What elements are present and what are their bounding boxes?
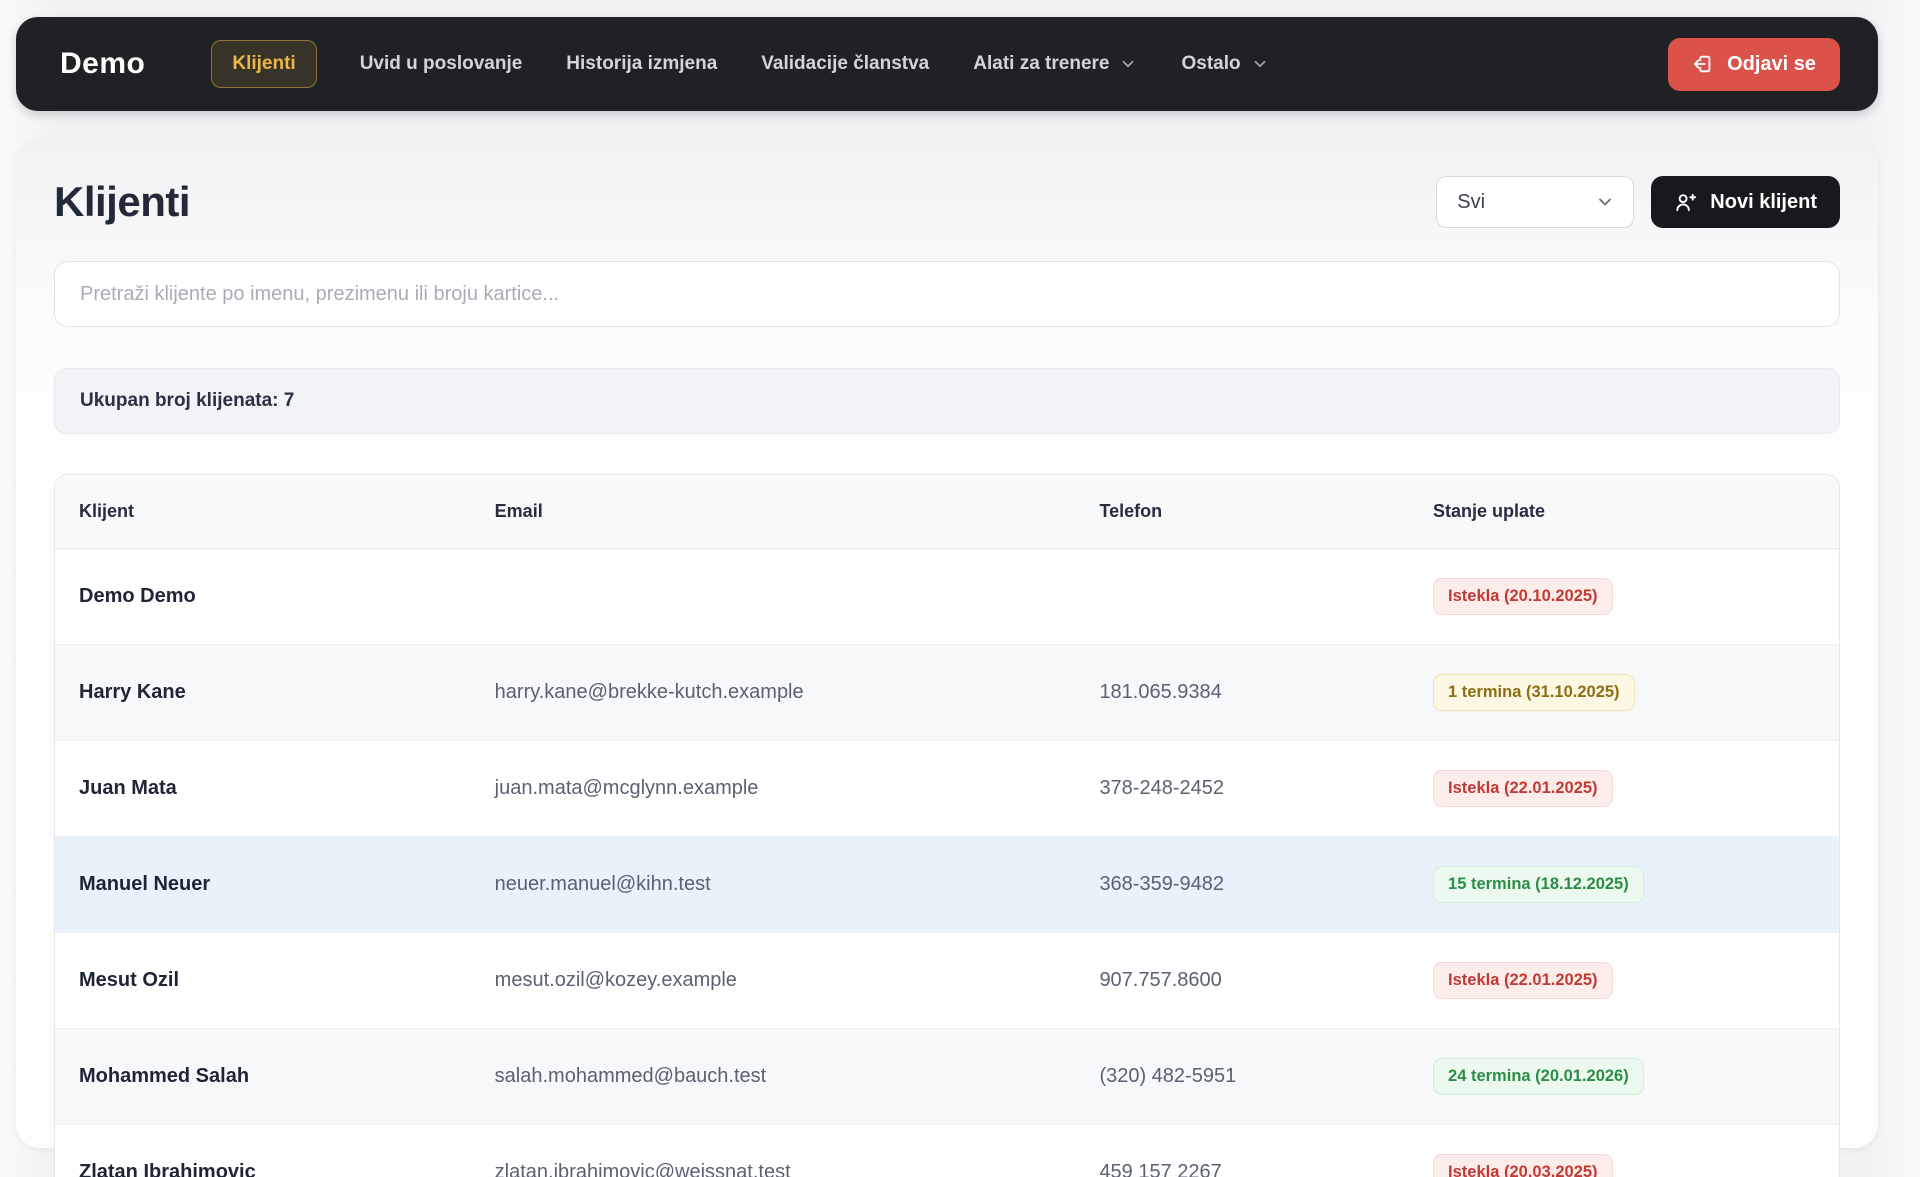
nav-item-ostalo[interactable]: Ostalo bbox=[1180, 40, 1269, 88]
payment-status-badge: Istekla (20.03.2025) bbox=[1433, 1154, 1613, 1177]
nav-item-klijenti[interactable]: Klijenti bbox=[211, 40, 316, 88]
table-row[interactable]: Manuel Neuerneuer.manuel@kihn.test368-35… bbox=[55, 837, 1839, 933]
client-phone: 907.757.8600 bbox=[1075, 933, 1409, 1029]
header-actions: Svi Novi klijent bbox=[1436, 176, 1840, 228]
column-header-email: Email bbox=[471, 475, 1076, 549]
client-phone bbox=[1075, 549, 1409, 645]
client-email bbox=[471, 549, 1076, 645]
payment-status-badge: Istekla (20.10.2025) bbox=[1433, 578, 1613, 615]
logout-icon bbox=[1692, 53, 1714, 75]
column-header-telefon: Telefon bbox=[1075, 475, 1409, 549]
client-phone: 181.065.9384 bbox=[1075, 645, 1409, 741]
nav-item-label: Uvid u poslovanje bbox=[360, 53, 523, 75]
client-phone: 368-359-9482 bbox=[1075, 837, 1409, 933]
client-status-cell: 24 termina (20.01.2026) bbox=[1409, 1029, 1839, 1125]
clients-table: KlijentEmailTelefonStanje uplate Demo De… bbox=[54, 474, 1840, 1177]
nav-item-label: Validacije članstva bbox=[761, 53, 929, 75]
table-row[interactable]: Harry Kaneharry.kane@brekke-kutch.exampl… bbox=[55, 645, 1839, 741]
client-email: harry.kane@brekke-kutch.example bbox=[471, 645, 1076, 741]
nav-item-label: Klijenti bbox=[232, 53, 295, 75]
new-client-label: Novi klijent bbox=[1710, 191, 1817, 214]
client-phone: (320) 482-5951 bbox=[1075, 1029, 1409, 1125]
table-row[interactable]: Mesut Ozilmesut.ozil@kozey.example907.75… bbox=[55, 933, 1839, 1029]
filter-select[interactable]: Svi bbox=[1436, 176, 1634, 228]
client-email: neuer.manuel@kihn.test bbox=[471, 837, 1076, 933]
client-phone: 378-248-2452 bbox=[1075, 741, 1409, 837]
logout-button[interactable]: Odjavi se bbox=[1668, 38, 1840, 91]
payment-status-badge: Istekla (22.01.2025) bbox=[1433, 962, 1613, 999]
client-status-cell: Istekla (22.01.2025) bbox=[1409, 741, 1839, 837]
payment-status-badge: 24 termina (20.01.2026) bbox=[1433, 1058, 1644, 1095]
chevron-down-icon bbox=[1119, 55, 1137, 73]
filter-selected-value: Svi bbox=[1457, 191, 1485, 214]
main-content-card: Klijenti Svi Novi klijent bbox=[16, 140, 1878, 1148]
client-email: juan.mata@mcglynn.example bbox=[471, 741, 1076, 837]
table-row[interactable]: Zlatan Ibrahimoviczlatan.ibrahimovic@wei… bbox=[55, 1125, 1839, 1177]
payment-status-badge: 1 termina (31.10.2025) bbox=[1433, 674, 1635, 711]
client-phone: 459 157 2267 bbox=[1075, 1125, 1409, 1177]
client-email: salah.mohammed@bauch.test bbox=[471, 1029, 1076, 1125]
chevron-down-icon bbox=[1251, 55, 1269, 73]
client-name: Harry Kane bbox=[55, 645, 471, 741]
nav-item-label: Ostalo bbox=[1181, 53, 1240, 75]
client-status-cell: Istekla (20.10.2025) bbox=[1409, 549, 1839, 645]
nav-item-alati-za-trenere[interactable]: Alati za trenere bbox=[972, 40, 1138, 88]
client-name: Juan Mata bbox=[55, 741, 471, 837]
nav-item-validacije-lanstva[interactable]: Validacije članstva bbox=[760, 40, 930, 88]
client-name: Demo Demo bbox=[55, 549, 471, 645]
logout-label: Odjavi se bbox=[1727, 53, 1816, 76]
top-navbar: Demo Klijenti Uvid u poslovanje Historija … bbox=[16, 17, 1878, 111]
nav-item-historija-izmjena[interactable]: Historija izmjena bbox=[565, 40, 718, 88]
client-name: Manuel Neuer bbox=[55, 837, 471, 933]
client-status-cell: 1 termina (31.10.2025) bbox=[1409, 645, 1839, 741]
table-header-row: KlijentEmailTelefonStanje uplate bbox=[55, 475, 1839, 549]
nav-item-label: Historija izmjena bbox=[566, 53, 717, 75]
table-row[interactable]: Demo Demo Istekla (20.10.2025) bbox=[55, 549, 1839, 645]
table-row[interactable]: Mohammed Salahsalah.mohammed@bauch.test(… bbox=[55, 1029, 1839, 1125]
client-name: Mesut Ozil bbox=[55, 933, 471, 1029]
main-nav: Klijenti Uvid u poslovanje Historija izmje… bbox=[211, 40, 1269, 88]
table-row[interactable]: Juan Matajuan.mata@mcglynn.example378-24… bbox=[55, 741, 1839, 837]
page-title: Klijenti bbox=[54, 178, 190, 226]
client-status-cell: Istekla (20.03.2025) bbox=[1409, 1125, 1839, 1177]
payment-status-badge: Istekla (22.01.2025) bbox=[1433, 770, 1613, 807]
nav-item-label: Alati za trenere bbox=[973, 53, 1109, 75]
client-email: zlatan.ibrahimovic@weissnat.test bbox=[471, 1125, 1076, 1177]
column-header-stanje-uplate: Stanje uplate bbox=[1409, 475, 1839, 549]
nav-item-uvid-u-poslovanje[interactable]: Uvid u poslovanje bbox=[359, 40, 524, 88]
page-header: Klijenti Svi Novi klijent bbox=[54, 176, 1840, 228]
client-status-cell: Istekla (22.01.2025) bbox=[1409, 933, 1839, 1029]
client-name: Mohammed Salah bbox=[55, 1029, 471, 1125]
client-count-box: Ukupan broj klijenata: 7 bbox=[54, 368, 1840, 434]
brand-logo[interactable]: Demo bbox=[60, 47, 145, 81]
client-name: Zlatan Ibrahimovic bbox=[55, 1125, 471, 1177]
search-input[interactable] bbox=[54, 261, 1840, 327]
new-client-button[interactable]: Novi klijent bbox=[1651, 176, 1840, 228]
payment-status-badge: 15 termina (18.12.2025) bbox=[1433, 866, 1644, 903]
column-header-klijent: Klijent bbox=[55, 475, 471, 549]
client-email: mesut.ozil@kozey.example bbox=[471, 933, 1076, 1029]
client-status-cell: 15 termina (18.12.2025) bbox=[1409, 837, 1839, 933]
person-add-icon bbox=[1674, 191, 1697, 214]
chevron-down-icon bbox=[1595, 192, 1615, 212]
